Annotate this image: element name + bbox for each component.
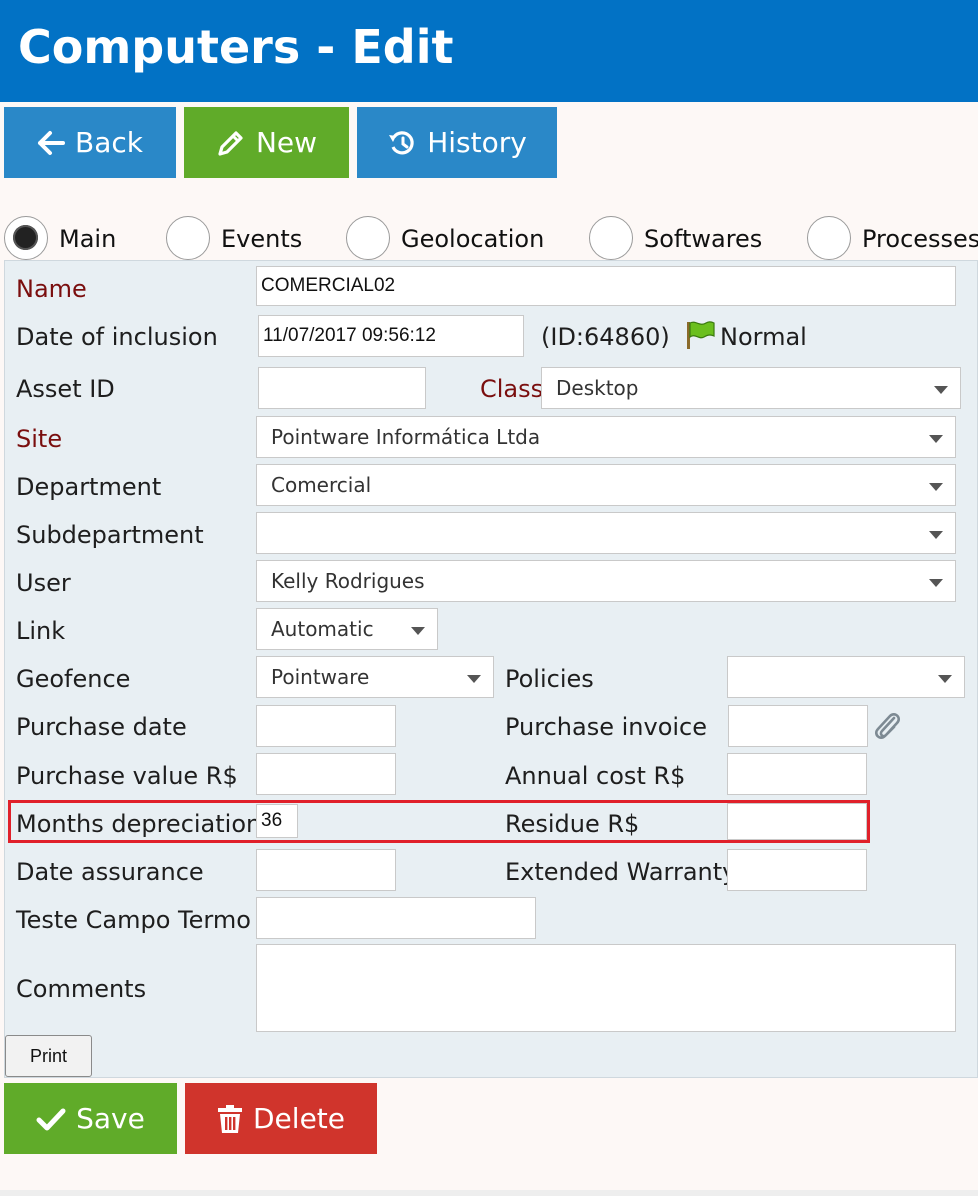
record-id: (ID:64860) [541, 323, 670, 351]
purchase-invoice-label: Purchase invoice [505, 713, 708, 741]
page-footer-strip [0, 1190, 978, 1196]
extended-warranty-input[interactable] [727, 849, 867, 891]
chevron-down-icon [929, 579, 943, 587]
history-button[interactable]: History [357, 107, 557, 178]
pencil-icon [218, 130, 243, 156]
purchase-value-input[interactable] [256, 753, 396, 795]
status-normal: Normal [720, 323, 807, 351]
tab-processes-radio[interactable] [807, 216, 851, 260]
department-label: Department [16, 473, 162, 501]
new-button[interactable]: New [184, 107, 349, 178]
page-title: Computers - Edit [18, 20, 454, 74]
tab-softwares-radio[interactable] [589, 216, 633, 260]
geofence-label: Geofence [16, 665, 131, 693]
delete-button[interactable]: Delete [185, 1083, 377, 1154]
chevron-down-icon [929, 435, 943, 443]
chevron-down-icon [467, 675, 481, 683]
chevron-down-icon [411, 627, 425, 635]
user-label: User [16, 569, 71, 597]
purchase-date-input[interactable] [256, 705, 396, 747]
date-inclusion-label: Date of inclusion [16, 323, 218, 351]
tab-main-radio[interactable] [4, 216, 48, 260]
geofence-select-value: Pointware [271, 665, 370, 689]
save-button[interactable]: Save [4, 1083, 177, 1154]
link-select[interactable]: Automatic [256, 608, 438, 650]
highlight-box [8, 800, 870, 843]
tab-main[interactable]: Main [59, 224, 116, 254]
back-button-label: Back [75, 126, 143, 159]
back-button[interactable]: Back [4, 107, 176, 178]
link-select-value: Automatic [271, 617, 374, 641]
teste-campo-termo-label: Teste Campo Termo [16, 906, 251, 934]
chevron-down-icon [938, 675, 952, 683]
trash-icon [218, 1104, 242, 1133]
date-assurance-label: Date assurance [16, 858, 204, 886]
subdepartment-label: Subdepartment [16, 521, 204, 549]
asset-id-input[interactable] [258, 367, 426, 409]
user-select-value: Kelly Rodrigues [271, 569, 425, 593]
purchase-invoice-input[interactable] [728, 705, 868, 747]
geofence-select[interactable]: Pointware [256, 656, 494, 698]
purchase-date-label: Purchase date [16, 713, 187, 741]
department-select-value: Comercial [271, 473, 372, 497]
user-select[interactable]: Kelly Rodrigues [256, 560, 956, 602]
site-select[interactable]: Pointware Informática Ltda [256, 416, 956, 458]
asset-id-label: Asset ID [16, 375, 115, 403]
department-select[interactable]: Comercial [256, 464, 956, 506]
check-icon [36, 1108, 66, 1130]
name-label: Name [16, 275, 87, 303]
new-button-label: New [255, 126, 318, 159]
extended-warranty-label: Extended Warranty [505, 858, 737, 886]
paperclip-icon[interactable] [872, 710, 902, 742]
class-select-value: Desktop [556, 376, 639, 400]
subdepartment-select[interactable] [256, 512, 956, 554]
tab-processes[interactable]: Processes [862, 224, 978, 254]
class-label: Class [480, 375, 544, 403]
flag-icon [687, 321, 715, 349]
comments-textarea[interactable] [256, 944, 956, 1032]
link-label: Link [16, 617, 66, 645]
chevron-down-icon [929, 531, 943, 539]
tab-events[interactable]: Events [221, 224, 302, 254]
purchase-value-label: Purchase value R$ [16, 762, 238, 790]
class-select[interactable]: Desktop [541, 367, 961, 409]
annual-cost-input[interactable] [727, 753, 867, 795]
tab-events-radio[interactable] [166, 216, 210, 260]
history-icon [389, 130, 414, 154]
arrow-left-icon [38, 130, 65, 155]
site-label: Site [16, 425, 63, 453]
history-button-label: History [427, 126, 527, 159]
app-header: Computers - Edit [0, 0, 978, 102]
name-input[interactable]: COMERCIAL02 [256, 266, 956, 306]
site-select-value: Pointware Informática Ltda [271, 425, 541, 449]
policies-select[interactable] [727, 656, 965, 698]
date-assurance-input[interactable] [256, 849, 396, 891]
tab-geolocation-radio[interactable] [346, 216, 390, 260]
chevron-down-icon [934, 386, 948, 394]
save-button-label: Save [76, 1102, 145, 1135]
annual-cost-label: Annual cost R$ [505, 762, 686, 790]
print-button[interactable]: Print [5, 1035, 92, 1077]
tab-geolocation[interactable]: Geolocation [401, 224, 544, 254]
chevron-down-icon [929, 483, 943, 491]
date-inclusion-input[interactable]: 11/07/2017 09:56:12 [258, 315, 524, 357]
comments-label: Comments [16, 975, 147, 1003]
delete-button-label: Delete [253, 1102, 345, 1135]
policies-label: Policies [505, 665, 594, 693]
tab-softwares[interactable]: Softwares [644, 224, 762, 254]
teste-campo-termo-input[interactable] [256, 897, 536, 939]
